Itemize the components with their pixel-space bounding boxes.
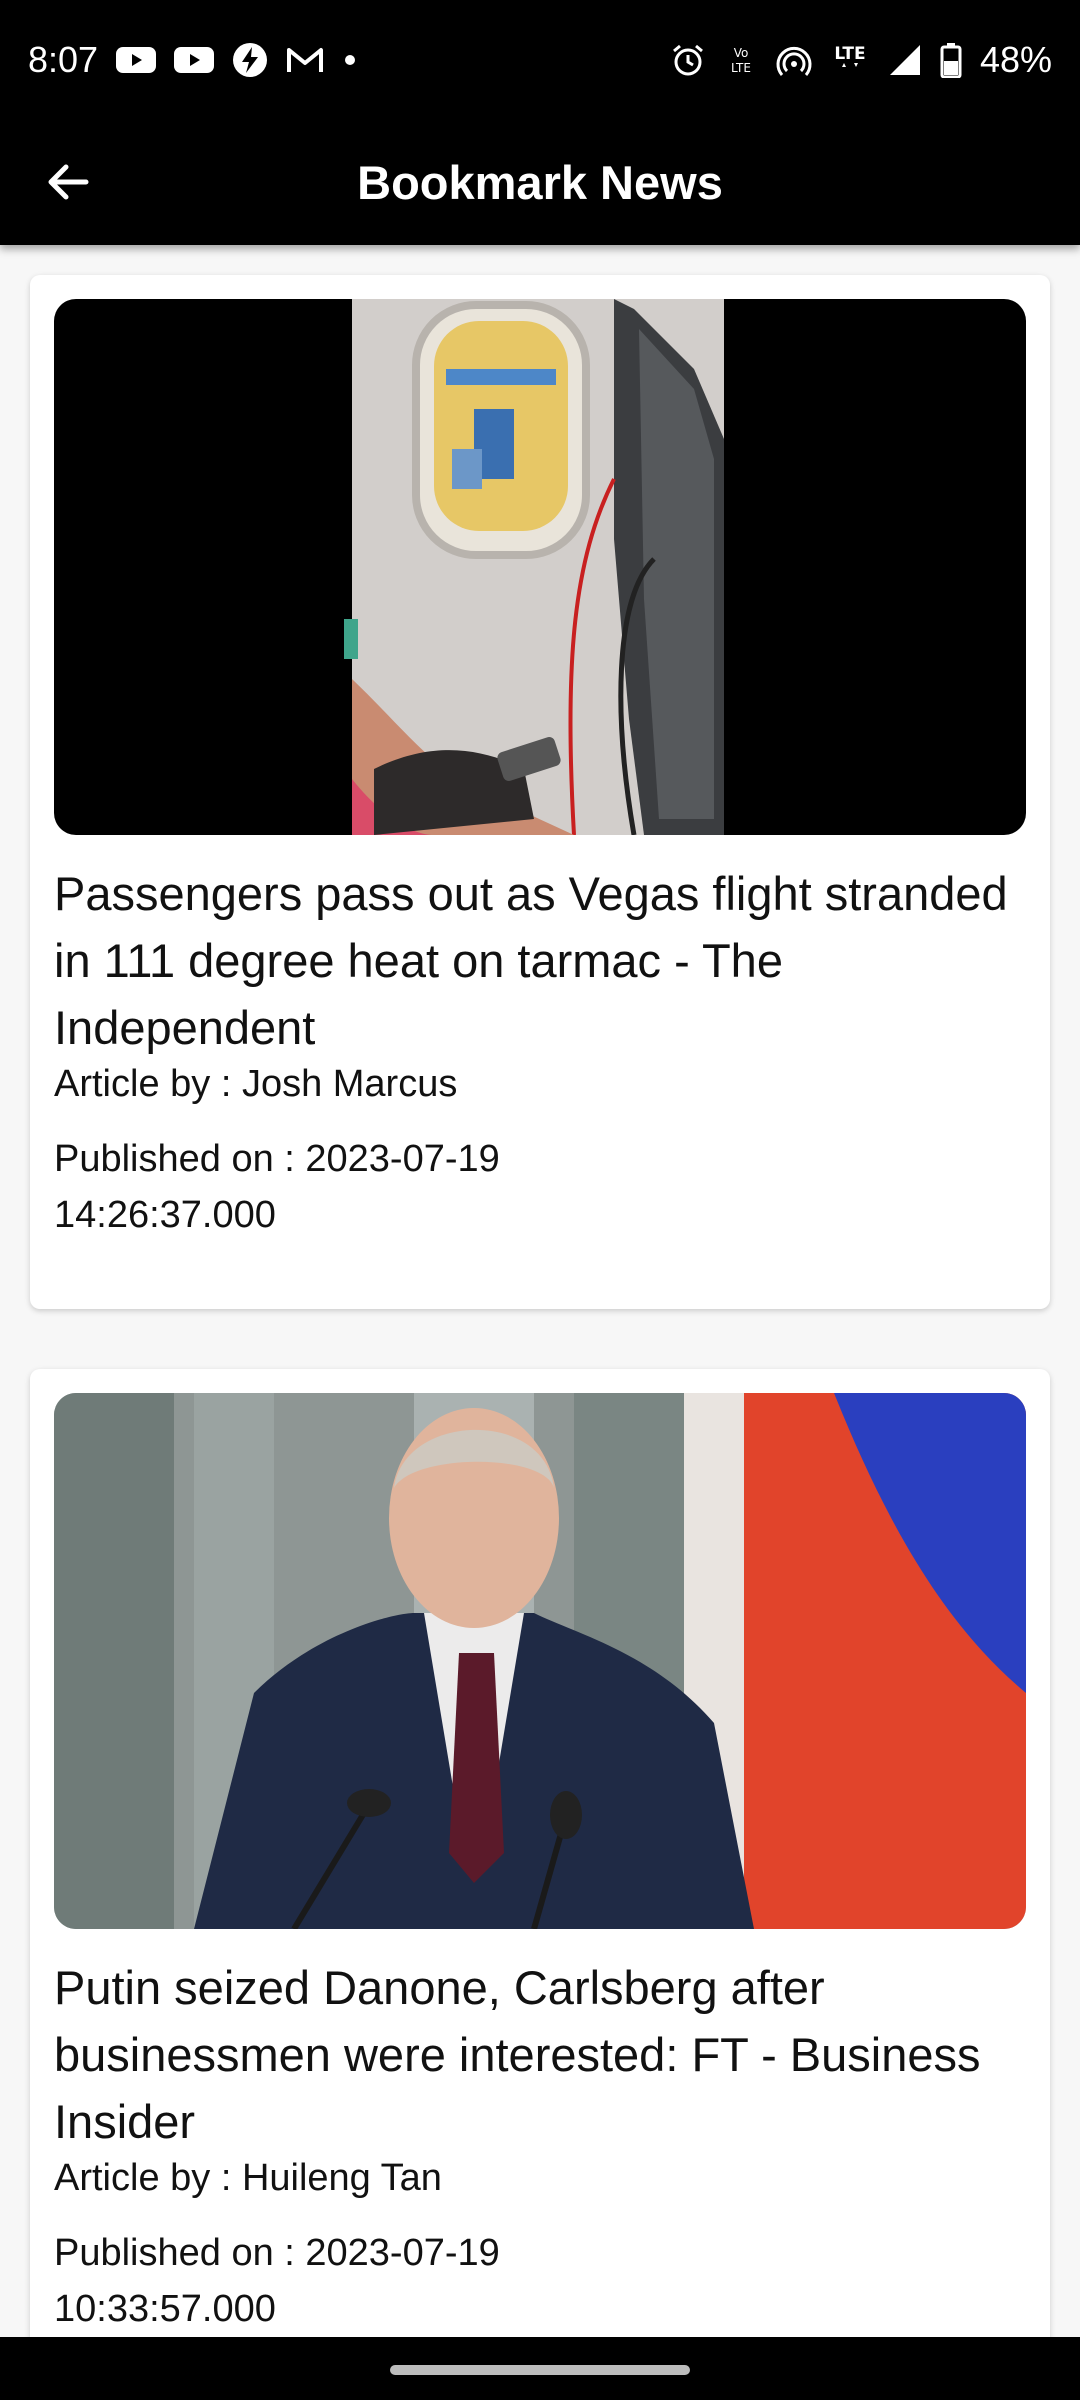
volte-icon: Vo LTE bbox=[724, 43, 758, 77]
article-title[interactable]: Passengers pass out as Vegas flight stra… bbox=[54, 860, 1026, 1061]
bolt-icon bbox=[232, 42, 268, 78]
lte-icon: LTE bbox=[830, 41, 870, 79]
news-card[interactable]: Putin seized Danone, Carlsberg after bus… bbox=[30, 1369, 1050, 2337]
article-author: Article by : Huileng Tan bbox=[54, 2157, 442, 2199]
news-card[interactable]: Passengers pass out as Vegas flight stra… bbox=[30, 275, 1050, 1309]
navigation-bar bbox=[0, 2337, 1080, 2400]
article-published: Published on : 2023-07-19 10:33:57.000 bbox=[54, 2232, 500, 2330]
article-author: Article by : Josh Marcus bbox=[54, 1063, 458, 1105]
status-bar: 8:07 Vo LTE LTE 48% bbox=[0, 0, 1080, 120]
home-gesture-handle[interactable] bbox=[390, 2365, 690, 2375]
youtube-icon bbox=[174, 45, 215, 75]
signal-icon bbox=[888, 43, 922, 77]
status-time: 8:07 bbox=[28, 39, 99, 80]
article-title[interactable]: Putin seized Danone, Carlsberg after bus… bbox=[54, 1954, 1026, 2155]
youtube-icon bbox=[116, 45, 157, 75]
gmail-icon bbox=[286, 45, 324, 75]
article-published: Published on : 2023-07-19 14:26:37.000 bbox=[54, 1138, 500, 1236]
article-image bbox=[54, 299, 1026, 835]
svg-text:LTE: LTE bbox=[834, 44, 865, 64]
bookmark-list[interactable]: Passengers pass out as Vegas flight stra… bbox=[0, 245, 1080, 2337]
battery-icon bbox=[940, 42, 962, 78]
page-title: Bookmark News bbox=[357, 156, 723, 209]
article-image bbox=[54, 1393, 1026, 1929]
hotspot-icon bbox=[776, 42, 812, 78]
battery-percent: 48% bbox=[979, 39, 1052, 80]
svg-text:Vo: Vo bbox=[734, 46, 749, 60]
svg-text:LTE: LTE bbox=[731, 61, 751, 75]
app-bar: Bookmark News bbox=[0, 120, 1080, 245]
dot-icon bbox=[342, 52, 358, 68]
alarm-icon bbox=[670, 42, 706, 78]
